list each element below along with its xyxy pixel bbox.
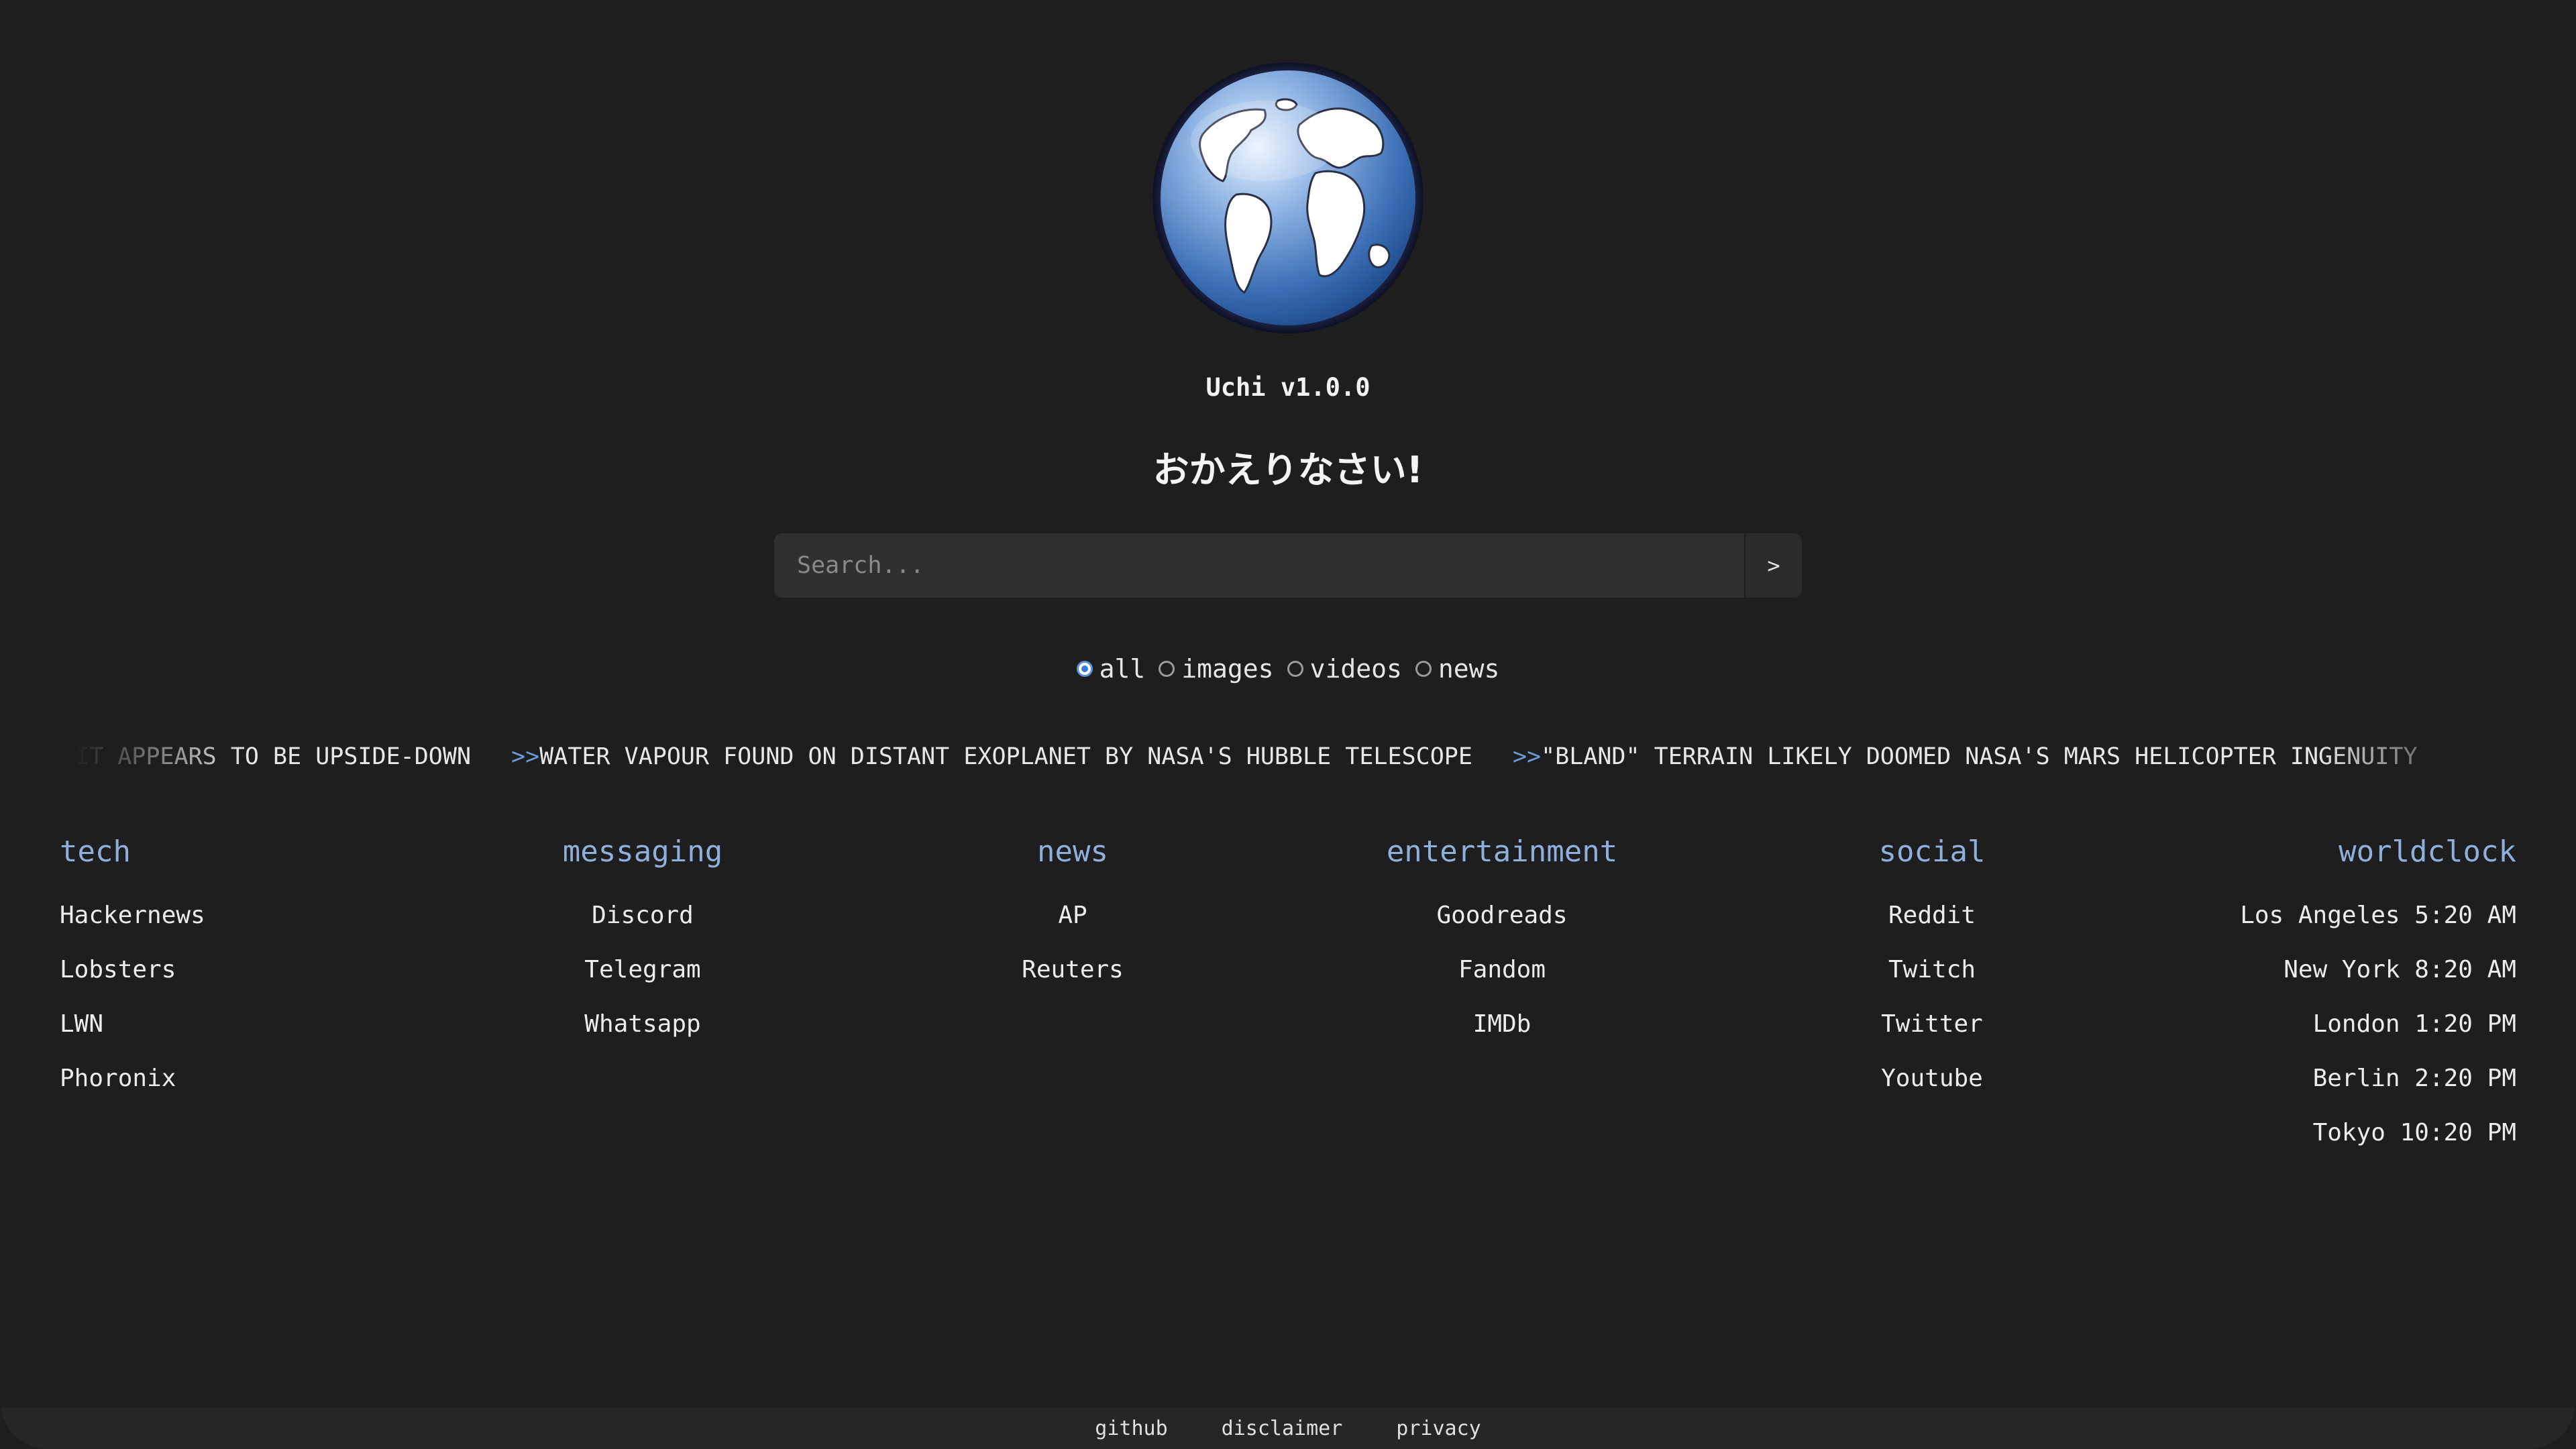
app-title: Uchi v1.0.0 [1205, 373, 1371, 402]
link-hackernews[interactable]: Hackernews [60, 888, 205, 943]
link-reddit[interactable]: Reddit [1879, 888, 1986, 943]
footer-link-privacy[interactable]: privacy [1396, 1417, 1481, 1440]
clock-berlin: Berlin 2:20 PM [2312, 1065, 2516, 1092]
column-title: news [1037, 835, 1108, 869]
link-youtube[interactable]: Youtube [1879, 1051, 1986, 1106]
link-whatsapp[interactable]: Whatsapp [563, 997, 722, 1051]
filter-label: videos [1309, 654, 1402, 684]
welcome-heading: おかえりなさい! [1152, 449, 1424, 491]
column-worldclock: worldclock Los Angeles 5:20 AM New York … [2240, 832, 2516, 1160]
link-discord[interactable]: Discord [563, 888, 722, 943]
search-input[interactable] [774, 533, 1744, 598]
clock-london: London 1:20 PM [2312, 1010, 2516, 1038]
clock-new-york: New York 8:20 AM [2284, 956, 2516, 983]
column-entertainment: entertainment Goodreads Fandom IMDb [1387, 832, 1617, 1051]
footer: github disclaimer privacy [0, 1407, 2576, 1449]
app-window: Uchi v1.0.0 おかえりなさい! > all images videos… [0, 0, 2576, 1449]
radio-button[interactable] [1159, 661, 1175, 677]
ticker-item[interactable]: >>WATER VAPOUR FOUND ON DISTANT EXOPLANE… [511, 743, 1472, 770]
filter-label: all [1099, 654, 1146, 684]
search-submit-button[interactable]: > [1744, 533, 1802, 598]
link-phoronix[interactable]: Phoronix [60, 1051, 205, 1106]
link-reuters[interactable]: Reuters [1022, 943, 1124, 997]
filter-images[interactable]: images [1159, 654, 1274, 684]
column-title: entertainment [1386, 835, 1618, 869]
filter-label: images [1181, 654, 1274, 684]
column-social: social Reddit Twitch Twitter Youtube [1879, 832, 1986, 1106]
link-twitter[interactable]: Twitter [1879, 997, 1986, 1051]
search-bar: > [774, 533, 1802, 598]
footer-link-github[interactable]: github [1095, 1417, 1167, 1440]
column-title: messaging [562, 835, 723, 869]
clock-los-angeles: Los Angeles 5:20 AM [2240, 902, 2516, 929]
globe-icon [1152, 62, 1424, 333]
column-news: news AP Reuters [1022, 832, 1124, 997]
link-lwn[interactable]: LWN [60, 997, 205, 1051]
footer-link-disclaimer[interactable]: disclaimer [1222, 1417, 1343, 1440]
link-goodreads[interactable]: Goodreads [1387, 888, 1617, 943]
radio-button[interactable] [1415, 661, 1432, 677]
link-twitch[interactable]: Twitch [1879, 943, 1986, 997]
clock-tokyo: Tokyo 10:20 PM [2312, 1119, 2516, 1146]
filter-news[interactable]: news [1415, 654, 1500, 684]
link-ap[interactable]: AP [1022, 888, 1124, 943]
ticker-item[interactable]: >>"BLAND" TERRAIN LIKELY DOOMED NASA'S M… [1513, 743, 2418, 770]
link-fandom[interactable]: Fandom [1387, 943, 1617, 997]
search-type-filters: all images videos news [0, 654, 2576, 684]
column-messaging: messaging Discord Telegram Whatsapp [563, 832, 722, 1051]
link-imdb[interactable]: IMDb [1387, 997, 1617, 1051]
filter-all[interactable]: all [1076, 654, 1146, 684]
filter-videos[interactable]: videos [1287, 654, 1402, 684]
column-title: tech [60, 835, 131, 869]
column-title: worldclock [2339, 835, 2516, 869]
radio-button-checked[interactable] [1076, 661, 1093, 677]
link-lobsters[interactable]: Lobsters [60, 943, 205, 997]
column-title: social [1878, 835, 1986, 869]
column-tech: tech Hackernews Lobsters LWN Phoronix [60, 832, 205, 1106]
ticker-item[interactable]: IT APPEARS TO BE UPSIDE-DOWN [75, 743, 471, 770]
news-ticker: IT APPEARS TO BE UPSIDE-DOWN >>WATER VAP… [75, 743, 2490, 778]
radio-button[interactable] [1287, 661, 1303, 677]
filter-label: news [1438, 654, 1500, 684]
link-telegram[interactable]: Telegram [563, 943, 722, 997]
